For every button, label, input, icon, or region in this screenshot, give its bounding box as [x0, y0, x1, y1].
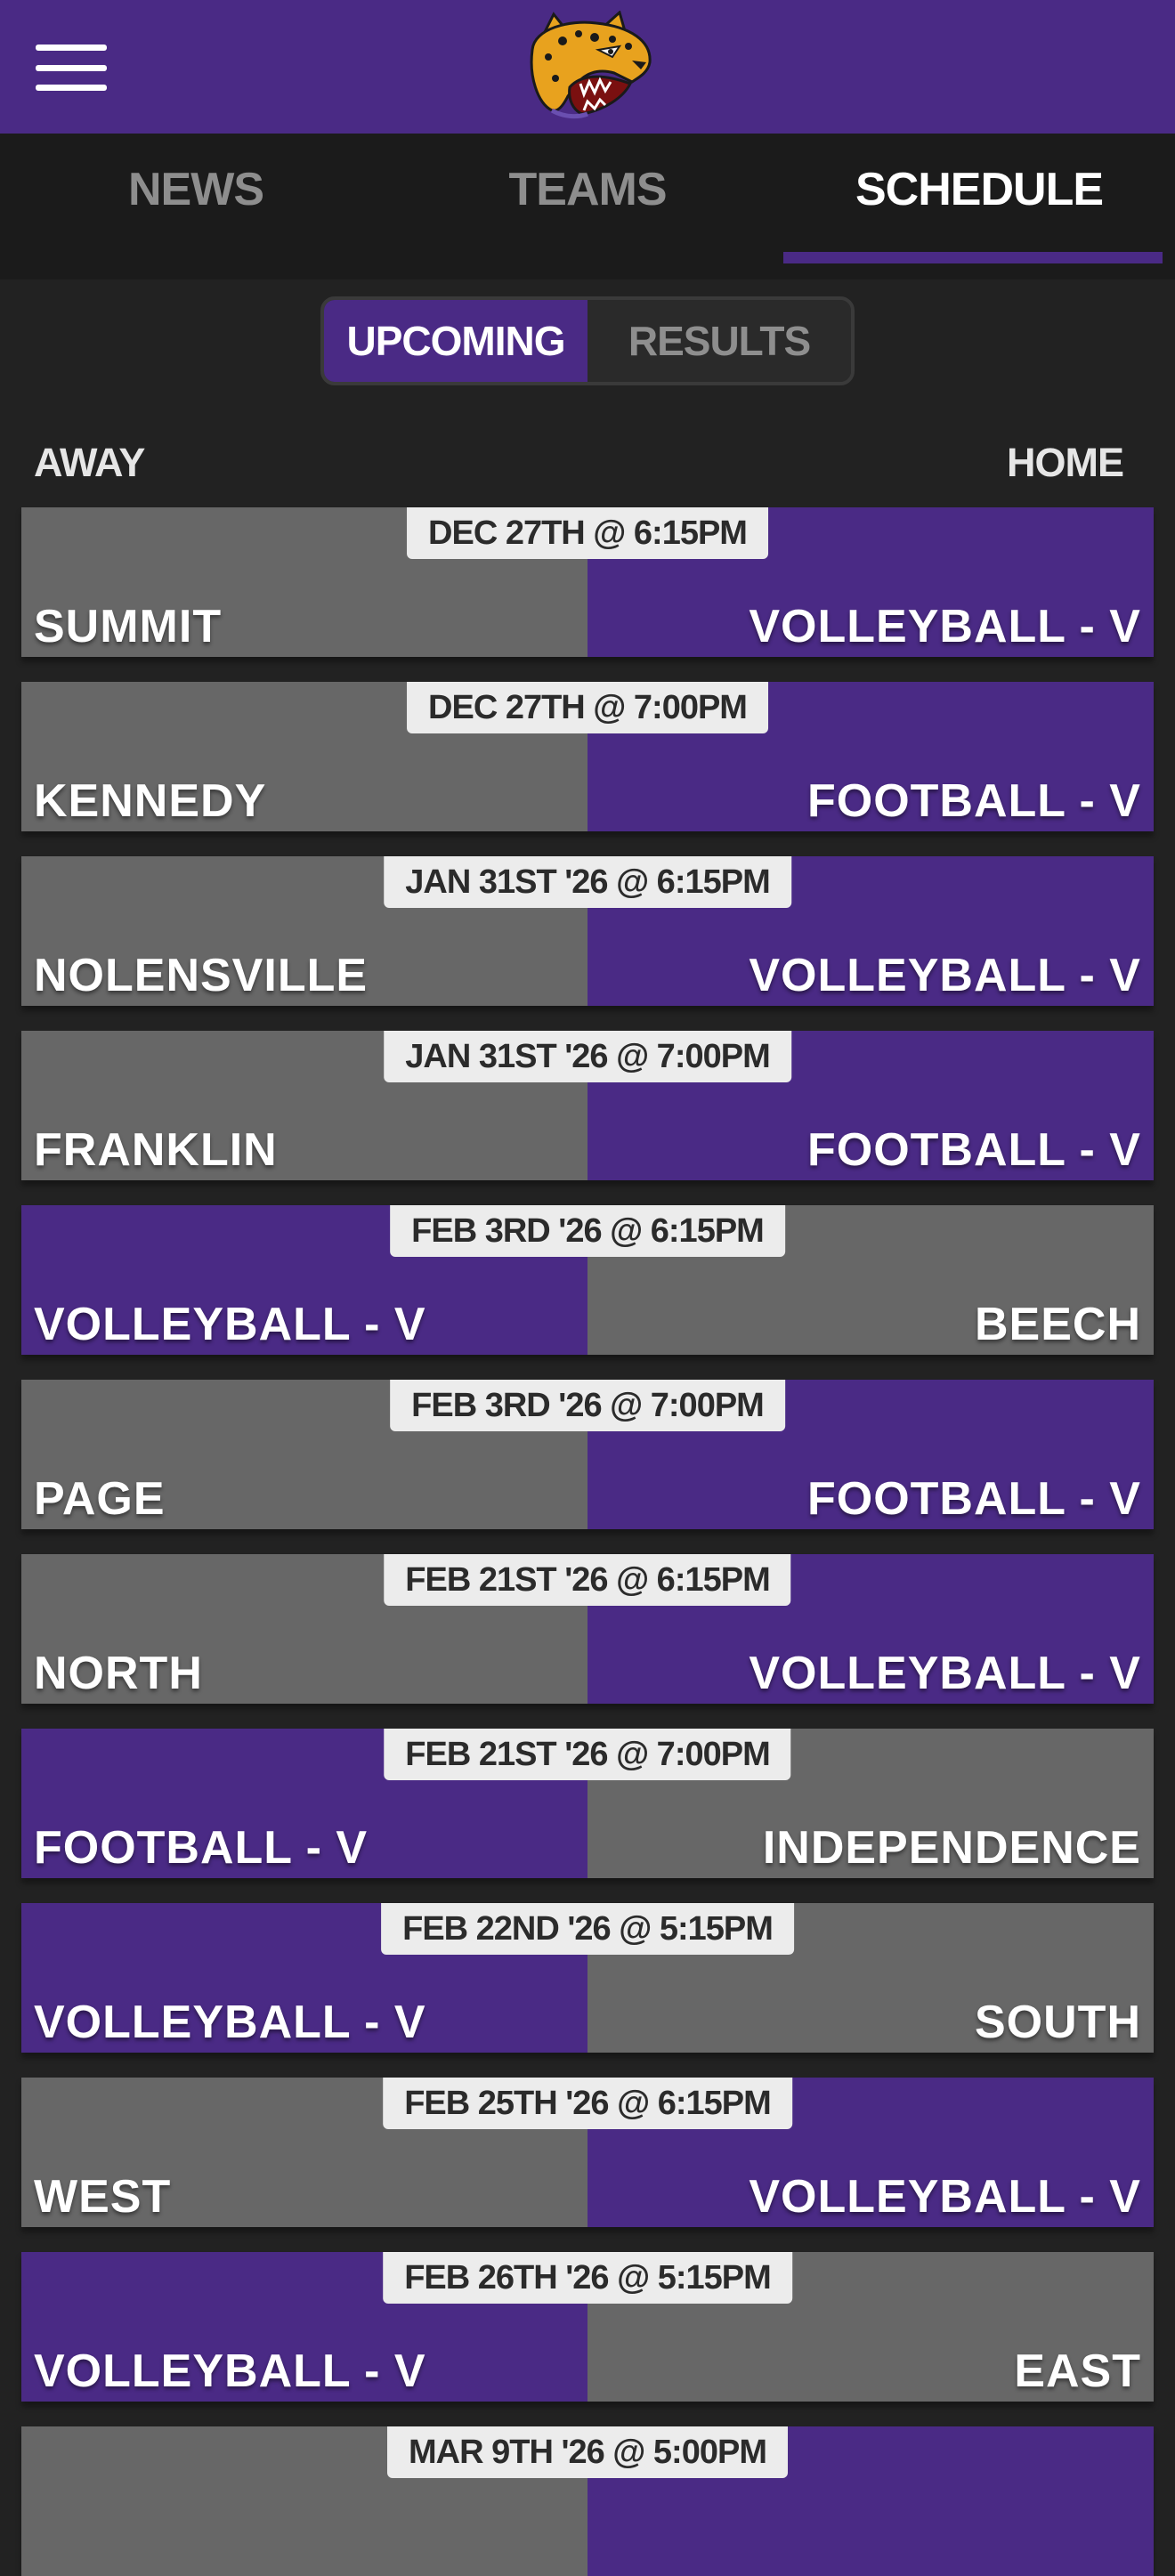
game-date-badge: FEB 25TH '26 @ 6:15PM: [383, 2078, 792, 2129]
home-team-name: FOOTBALL - V: [806, 1124, 1141, 1176]
game-row[interactable]: NORTH VOLLEYBALL - V FEB 21ST '26 @ 6:15PM: [21, 1554, 1154, 1704]
game-row[interactable]: MAR 9TH '26 @ 5:00PM: [21, 2426, 1154, 2576]
home-team-name: FOOTBALL - V: [806, 775, 1141, 827]
game-date-badge: DEC 27TH @ 6:15PM: [407, 507, 768, 559]
away-column-header: AWAY: [34, 440, 145, 485]
home-team-name: VOLLEYBALL - V: [749, 2171, 1141, 2223]
away-team-name: VOLLEYBALL - V: [34, 1997, 426, 2048]
tab-bar: NEWS TEAMS SCHEDULE: [0, 134, 1175, 279]
game-row[interactable]: NOLENSVILLE VOLLEYBALL - V JAN 31ST '26 @ …: [21, 856, 1154, 1006]
away-team-name: SUMMIT: [34, 601, 223, 652]
away-team-name: PAGE: [34, 1473, 166, 1525]
away-team-name: VOLLEYBALL - V: [34, 2345, 426, 2397]
away-team-name: WEST: [34, 2171, 172, 2223]
upcoming-results-toggle: UPCOMING RESULTS: [320, 296, 855, 385]
top-app-bar: [0, 0, 1175, 134]
home-team-name: BEECH: [974, 1299, 1141, 1350]
tab-teams-label: TEAMS: [508, 164, 668, 215]
game-date-badge: FEB 21ST '26 @ 6:15PM: [384, 1554, 791, 1606]
menu-icon[interactable]: [36, 45, 107, 91]
game-date-badge: FEB 3RD '26 @ 7:00PM: [390, 1380, 785, 1431]
results-toggle-button[interactable]: RESULTS: [588, 300, 851, 382]
game-date-badge: MAR 9TH '26 @ 5:00PM: [387, 2426, 788, 2478]
tab-schedule-label: SCHEDULE: [855, 164, 1104, 215]
home-team-name: VOLLEYBALL - V: [749, 1648, 1141, 1699]
tab-news-label: NEWS: [128, 164, 264, 215]
home-team-name: FOOTBALL - V: [806, 1473, 1141, 1525]
away-team-name: FRANKLIN: [34, 1124, 278, 1176]
away-team-name: VOLLEYBALL - V: [34, 1299, 426, 1350]
home-column-header: HOME: [1007, 440, 1124, 485]
away-team-name: FOOTBALL - V: [34, 1822, 369, 1874]
game-row[interactable]: WEST VOLLEYBALL - V FEB 25TH '26 @ 6:15PM: [21, 2078, 1154, 2227]
away-team-name: NOLENSVILLE: [34, 950, 369, 1001]
game-date-badge: FEB 21ST '26 @ 7:00PM: [384, 1729, 791, 1780]
home-team-name: VOLLEYBALL - V: [749, 601, 1141, 652]
game-date-badge: FEB 3RD '26 @ 6:15PM: [390, 1205, 785, 1257]
home-team-name: VOLLEYBALL - V: [749, 950, 1141, 1001]
game-row[interactable]: VOLLEYBALL - V EAST FEB 26TH '26 @ 5:15PM: [21, 2252, 1154, 2402]
tab-schedule[interactable]: SCHEDULE: [783, 134, 1175, 279]
game-date-badge: DEC 27TH @ 7:00PM: [407, 682, 768, 733]
column-headers: AWAY HOME: [0, 402, 1175, 507]
game-date-badge: JAN 31ST '26 @ 7:00PM: [384, 1031, 791, 1082]
game-row[interactable]: VOLLEYBALL - V SOUTH FEB 22ND '26 @ 5:15PM: [21, 1903, 1154, 2053]
jaguar-logo[interactable]: [516, 10, 659, 121]
game-date-badge: JAN 31ST '26 @ 6:15PM: [384, 856, 791, 908]
tab-teams[interactable]: TEAMS: [392, 134, 783, 279]
home-team-name: EAST: [1014, 2345, 1141, 2397]
game-date-badge: FEB 26TH '26 @ 5:15PM: [383, 2252, 792, 2304]
segment-control-wrapper: UPCOMING RESULTS: [0, 279, 1175, 402]
game-row[interactable]: FOOTBALL - V INDEPENDENCE FEB 21ST '26 @ 7…: [21, 1729, 1154, 1878]
game-row[interactable]: KENNEDY FOOTBALL - V DEC 27TH @ 7:00PM: [21, 682, 1154, 831]
home-team-name: SOUTH: [975, 1997, 1141, 2048]
away-team-name: NORTH: [34, 1648, 203, 1699]
game-date-badge: FEB 22ND '26 @ 5:15PM: [381, 1903, 794, 1955]
game-row[interactable]: PAGE FOOTBALL - V FEB 3RD '26 @ 7:00PM: [21, 1380, 1154, 1529]
active-tab-indicator: [783, 252, 1163, 263]
home-team-name: INDEPENDENCE: [762, 1822, 1141, 1874]
tab-news[interactable]: NEWS: [0, 134, 392, 279]
away-team-name: KENNEDY: [34, 775, 267, 827]
game-row[interactable]: SUMMIT VOLLEYBALL - V DEC 27TH @ 6:15PM: [21, 507, 1154, 657]
game-row[interactable]: VOLLEYBALL - V BEECH FEB 3RD '26 @ 6:15PM: [21, 1205, 1154, 1355]
upcoming-toggle-button[interactable]: UPCOMING: [324, 300, 588, 382]
game-row[interactable]: FRANKLIN FOOTBALL - V JAN 31ST '26 @ 7:00P…: [21, 1031, 1154, 1180]
